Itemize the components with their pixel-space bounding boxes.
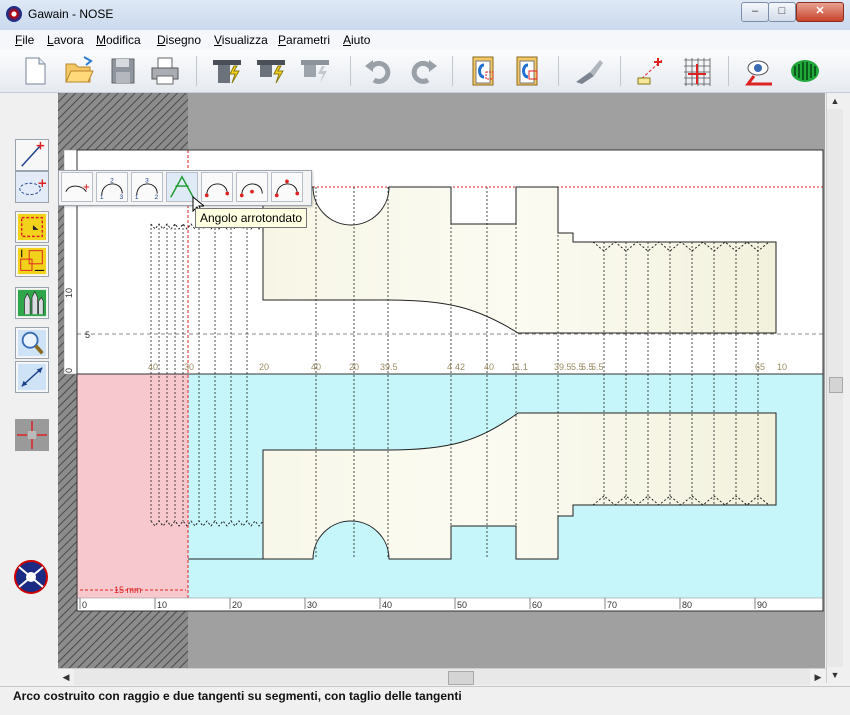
menu-bar: File Lavora Modifica Disegno Visualizza … xyxy=(0,30,850,50)
vertical-scrollbar[interactable]: ▲ ▼ xyxy=(826,93,843,683)
lathe-program-icon[interactable] xyxy=(298,54,332,88)
toolbar xyxy=(0,50,850,93)
ruler-label: 50 xyxy=(457,600,467,610)
new-file-icon[interactable] xyxy=(18,54,52,88)
arc-tool-icon[interactable] xyxy=(15,171,49,203)
svg-text:2: 2 xyxy=(154,194,158,201)
line-tool-icon[interactable] xyxy=(15,139,49,171)
svg-text:3: 3 xyxy=(145,177,149,184)
ruler-label: 30 xyxy=(307,600,317,610)
svg-text:2: 2 xyxy=(110,177,114,184)
dimension-label: 40 xyxy=(484,362,494,372)
scroll-down-icon[interactable]: ▼ xyxy=(827,667,843,683)
tool-icon[interactable] xyxy=(572,54,606,88)
move-copy-icon[interactable] xyxy=(15,245,49,277)
y-tick-label: 5 xyxy=(85,330,90,340)
save-icon[interactable] xyxy=(106,54,140,88)
dimension-label: 20 xyxy=(349,362,359,372)
tooltip: Angolo arrotondato xyxy=(195,208,308,228)
menu-disegno[interactable]: Disegno xyxy=(157,33,201,47)
ruler-label: 10 xyxy=(157,600,167,610)
close-button[interactable]: ✕ xyxy=(796,2,844,22)
arc-radius-icon[interactable] xyxy=(201,172,233,202)
undo-icon[interactable] xyxy=(362,54,396,88)
arc-3-points-alt-icon[interactable]: 1 3 2 xyxy=(131,172,163,202)
dimension-label: 39.5 xyxy=(380,362,398,372)
window-title: Gawain - NOSE xyxy=(28,7,114,21)
dimension-label: 65 xyxy=(755,362,765,372)
horizontal-scrollbar[interactable]: ◀ ▶ xyxy=(58,668,826,685)
ruler-label: 20 xyxy=(232,600,242,610)
scroll-up-icon[interactable]: ▲ xyxy=(827,93,843,109)
y-tick-label: 0 xyxy=(64,368,74,373)
ruler-label: 60 xyxy=(532,600,542,610)
arc-tools-popup: 1 2 3 1 3 2 xyxy=(58,170,312,206)
dimension-label: 10 xyxy=(777,362,787,372)
zoom-icon[interactable] xyxy=(15,327,49,359)
arc-tangent-icon[interactable] xyxy=(61,172,93,202)
app-icon xyxy=(6,6,22,22)
dimension-label: 30 xyxy=(184,362,194,372)
grid-icon[interactable] xyxy=(680,54,714,88)
menu-file[interactable]: File xyxy=(15,33,34,47)
title-bar: Gawain - NOSE – □ ✕ xyxy=(0,0,850,31)
vertical-scroll-thumb[interactable] xyxy=(829,377,843,393)
dimension-label: 40 xyxy=(148,362,158,372)
menu-aiuto[interactable]: Aiuto xyxy=(343,33,370,47)
measure-icon[interactable] xyxy=(15,361,49,393)
tools-icon[interactable] xyxy=(15,287,49,319)
y-tick-label: 10 xyxy=(64,288,74,298)
dimension-label: 11.1 xyxy=(511,362,528,372)
open-folder-icon[interactable] xyxy=(62,54,96,88)
lathe-program-up-icon[interactable] xyxy=(210,54,244,88)
scroll-left-icon[interactable]: ◀ xyxy=(58,669,74,685)
ruler-label: 90 xyxy=(757,600,767,610)
paste-profile-icon[interactable] xyxy=(510,54,544,88)
menu-visualizza[interactable]: Visualizza xyxy=(214,33,268,47)
redo-icon[interactable] xyxy=(406,54,440,88)
lathe-program-down-icon[interactable] xyxy=(254,54,288,88)
arc-center-icon[interactable] xyxy=(236,172,268,202)
svg-text:1: 1 xyxy=(100,194,104,201)
horizontal-scroll-thumb[interactable] xyxy=(448,671,474,685)
minimize-button[interactable]: – xyxy=(741,2,769,22)
dimension-label: 20 xyxy=(259,362,269,372)
stock-offset-area xyxy=(77,374,188,598)
dimension-label: 39.5 xyxy=(554,362,572,372)
menu-modifica[interactable]: Modifica xyxy=(96,33,141,47)
menu-parametri[interactable]: Parametri xyxy=(278,33,330,47)
print-icon[interactable] xyxy=(148,54,182,88)
svg-text:1: 1 xyxy=(135,194,139,201)
scroll-right-icon[interactable]: ▶ xyxy=(810,669,826,685)
cursor-cross-icon[interactable] xyxy=(15,419,49,451)
left-toolbox xyxy=(0,93,58,689)
dimension-label: 5.5 xyxy=(591,362,604,372)
ruler-label: 40 xyxy=(382,600,392,610)
dimension-label: 40 xyxy=(311,362,321,372)
dimension-label: 4 xyxy=(447,362,452,372)
svg-text:3: 3 xyxy=(119,194,123,201)
arc-3-points-icon[interactable]: 1 2 3 xyxy=(96,172,128,202)
copy-profile-icon[interactable] xyxy=(466,54,500,88)
arc-chain-icon[interactable] xyxy=(271,172,303,202)
gawain-logo-icon xyxy=(14,560,48,594)
ruler-label: 80 xyxy=(682,600,692,610)
select-region-icon[interactable] xyxy=(15,211,49,243)
snap-point-icon[interactable] xyxy=(634,54,668,88)
status-text: Arco costruito con raggio e due tangenti… xyxy=(13,689,462,703)
ruler-label: 70 xyxy=(607,600,617,610)
view-eye-icon[interactable] xyxy=(744,54,778,88)
3d-view-icon[interactable] xyxy=(788,54,822,88)
offset-label: 15 mm xyxy=(114,585,142,595)
dimension-label: 42 xyxy=(455,362,465,372)
menu-lavora[interactable]: Lavora xyxy=(47,33,84,47)
ruler-label: 0 xyxy=(82,600,87,610)
maximize-button[interactable]: □ xyxy=(768,2,796,22)
